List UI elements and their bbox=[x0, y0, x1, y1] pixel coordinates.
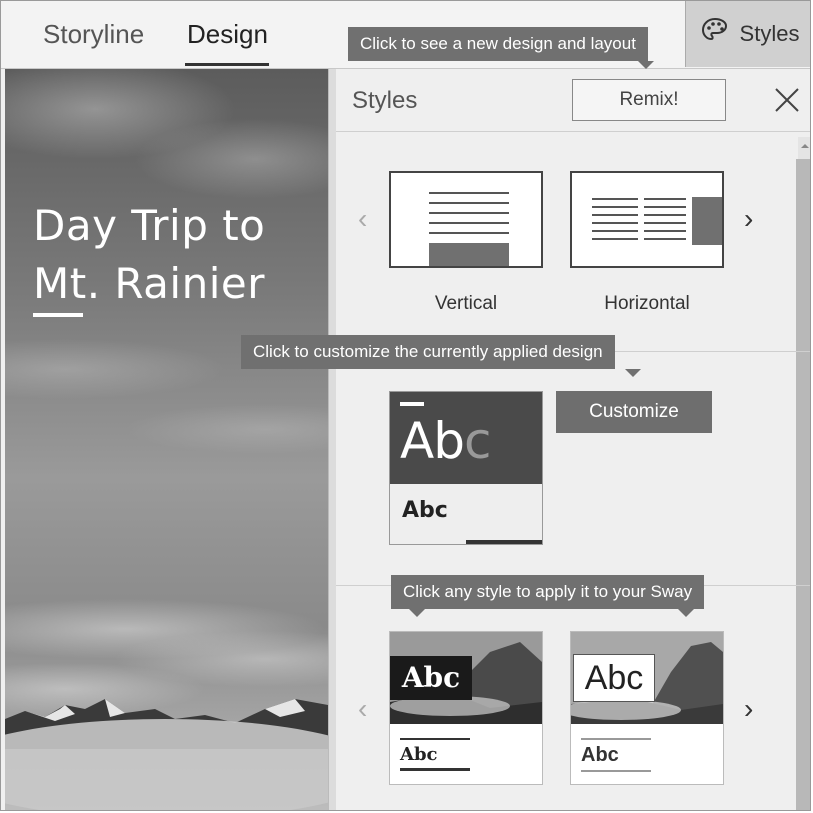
design-preview-small-text: Abc bbox=[402, 498, 448, 523]
title-underline bbox=[33, 313, 83, 317]
styles-prev-arrow-icon[interactable]: ‹ bbox=[358, 693, 367, 725]
styles-button[interactable]: Styles bbox=[685, 1, 810, 67]
active-tab-indicator bbox=[185, 63, 269, 66]
styles-next-arrow-icon[interactable]: › bbox=[744, 693, 753, 725]
style-card-2-small-text: Abc bbox=[581, 744, 619, 766]
sway-window: Storyline Design Styles Day Trip to Mt. … bbox=[0, 0, 811, 811]
palette-icon bbox=[700, 16, 730, 52]
story-canvas[interactable]: Day Trip to Mt. Rainier bbox=[5, 69, 328, 810]
style-card-1[interactable]: Abc Abc bbox=[389, 631, 543, 785]
scrollbar-thumb[interactable] bbox=[796, 159, 810, 810]
style-card-2-rule-bottom bbox=[581, 770, 651, 772]
customize-button[interactable]: Customize bbox=[556, 391, 712, 433]
story-title-line-1: Day Trip to bbox=[33, 201, 266, 250]
tab-storyline[interactable]: Storyline bbox=[43, 19, 144, 50]
style-card-1-rule-bottom bbox=[400, 768, 470, 771]
design-preview-large-text: Abc bbox=[400, 412, 491, 470]
tab-design[interactable]: Design bbox=[187, 19, 268, 50]
tooltip-remix: Click to see a new design and layout bbox=[348, 27, 654, 69]
pane-header-divider bbox=[336, 131, 810, 132]
styles-pane: Styles Remix! ‹ › Vertical Horizontal Ab… bbox=[336, 69, 811, 810]
close-icon[interactable] bbox=[772, 85, 802, 115]
design-accent-line bbox=[466, 540, 542, 544]
tooltip-styles: Click any style to apply it to your Sway bbox=[391, 575, 705, 617]
styles-button-label: Styles bbox=[739, 21, 800, 46]
horizontal-layout-thumbnail bbox=[592, 197, 722, 245]
style-card-2-rule-top bbox=[581, 738, 651, 740]
layout-next-arrow-icon[interactable]: › bbox=[744, 203, 753, 235]
layout-prev-arrow-icon[interactable]: ‹ bbox=[358, 203, 367, 235]
style-card-1-large-text: Abc bbox=[390, 656, 472, 700]
story-title-line-2: Mt. Rainier bbox=[33, 259, 265, 308]
style-card-2[interactable]: Abc Abc bbox=[570, 631, 724, 785]
design-preview-header: Abc bbox=[390, 392, 542, 484]
layout-horizontal-label: Horizontal bbox=[604, 293, 690, 314]
remix-button[interactable]: Remix! bbox=[572, 79, 726, 121]
layout-vertical-card[interactable] bbox=[389, 171, 543, 268]
tooltip-customize: Click to customize the currently applied… bbox=[241, 335, 641, 377]
story-title[interactable]: Day Trip to Mt. Rainier bbox=[33, 197, 265, 313]
style-card-1-rule-top bbox=[400, 738, 470, 740]
layout-horizontal-card[interactable] bbox=[570, 171, 724, 268]
scroll-up-arrow-icon[interactable] bbox=[798, 139, 811, 153]
vertical-layout-thumbnail bbox=[429, 192, 509, 266]
style-card-1-small-text: Abc bbox=[400, 744, 438, 765]
layout-vertical-label: Vertical bbox=[434, 293, 498, 314]
style-card-2-large-text: Abc bbox=[573, 654, 655, 702]
sky-photo bbox=[5, 69, 328, 810]
current-design-preview[interactable]: Abc Abc bbox=[389, 391, 543, 545]
pane-title: Styles bbox=[352, 87, 418, 114]
pane-divider bbox=[328, 69, 336, 810]
design-accent-bar bbox=[400, 402, 424, 406]
